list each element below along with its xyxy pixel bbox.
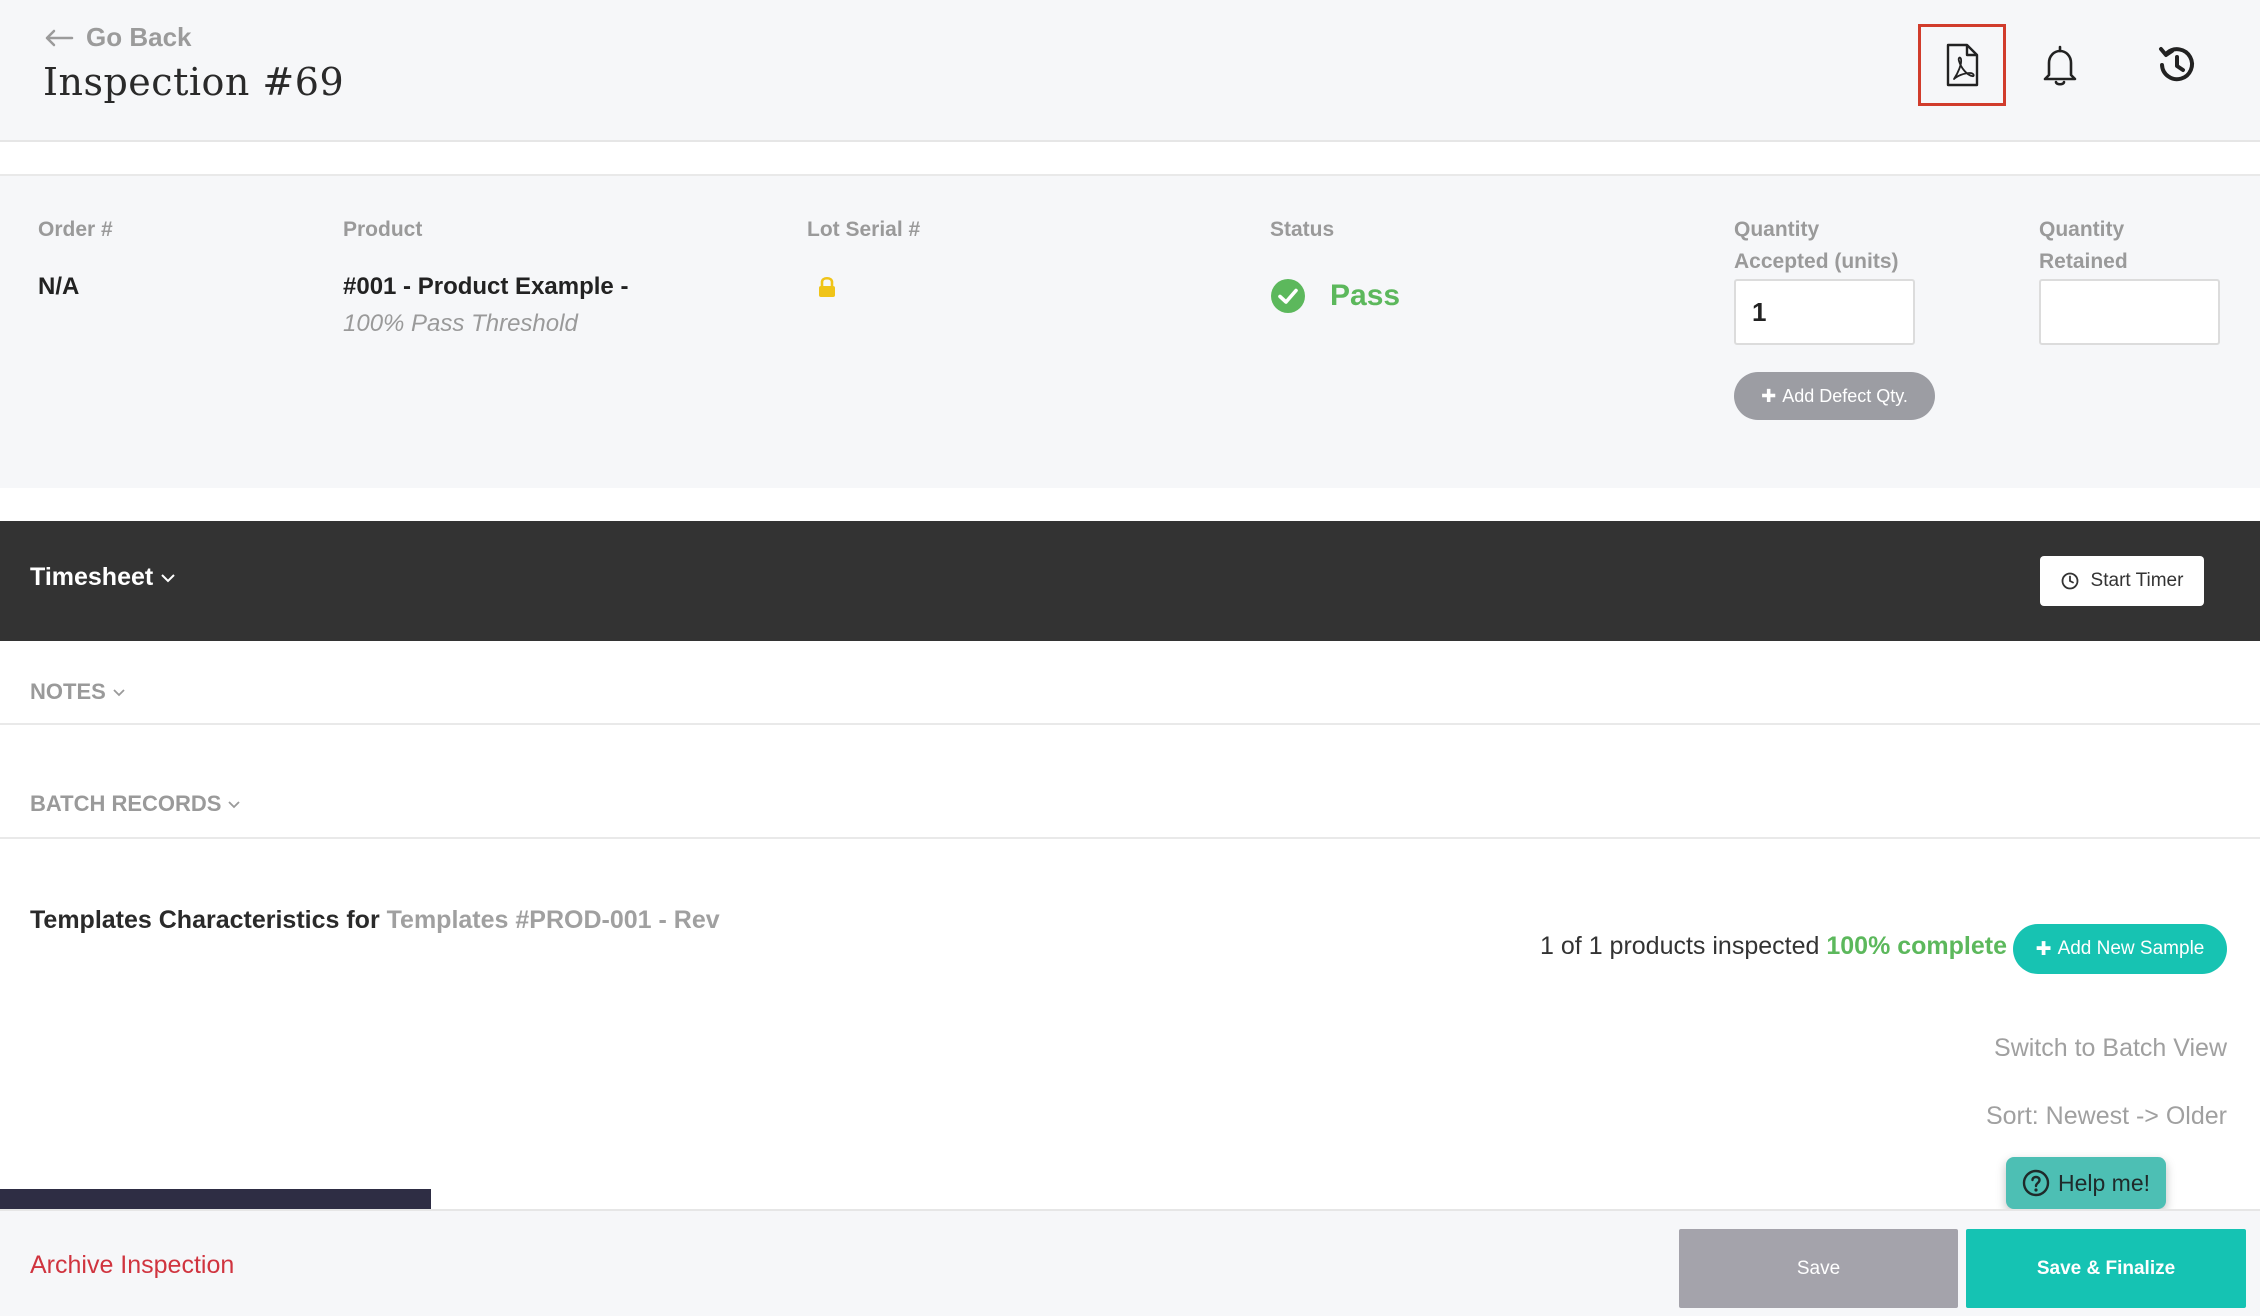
templates-title-prefix: Templates Characteristics for (30, 906, 380, 934)
inspection-progress: 1 of 1 products inspected 100% complete (1540, 932, 2007, 961)
save-button[interactable]: Save (1679, 1229, 1958, 1308)
batch-records-toggle[interactable]: BATCH RECORDS (30, 791, 241, 817)
qty-accepted-label: Quantity Accepted (units) (1734, 214, 1899, 278)
save-finalize-button[interactable]: Save & Finalize (1966, 1229, 2246, 1308)
qty-accepted-label-line2: Accepted (units) (1734, 250, 1899, 273)
qty-retained-label: Quantity Retained (2039, 214, 2128, 278)
templates-characteristics-title: Templates Characteristics for Templates … (30, 906, 720, 935)
notes-toggle[interactable]: NOTES (30, 679, 126, 705)
timesheet-toggle[interactable]: Timesheet (30, 563, 175, 592)
sample-card-edge (0, 1189, 431, 1209)
qty-retained-input[interactable] (2039, 279, 2220, 345)
add-new-sample-button[interactable]: ✚ Add New Sample (2013, 924, 2227, 974)
question-circle-icon (2022, 1169, 2050, 1197)
chevron-down-icon (161, 573, 175, 582)
product-name: #001 - Product Example - (343, 273, 629, 300)
arrow-left-icon (45, 29, 74, 46)
order-value: N/A (38, 273, 80, 300)
qty-accepted-label-line1: Quantity (1734, 218, 1820, 241)
go-back-link[interactable]: Go Back (44, 22, 192, 53)
start-timer-button[interactable]: Start Timer (2040, 556, 2204, 606)
sort-order-link[interactable]: Sort: Newest -> Older (1986, 1102, 2227, 1131)
chevron-down-icon (228, 801, 241, 809)
page-title: Inspection #69 (43, 60, 345, 104)
clock-icon (2061, 572, 2078, 590)
page-header: Go Back Inspection #69 (0, 0, 2260, 142)
batch-records-title: BATCH RECORDS (30, 791, 222, 816)
order-label: Order # (38, 218, 113, 241)
chevron-down-icon (113, 689, 125, 697)
status-label: Status (1270, 218, 1335, 241)
help-button[interactable]: Help me! (2006, 1157, 2166, 1209)
batch-records-section: BATCH RECORDS (0, 725, 2260, 839)
timesheet-title: Timesheet (30, 563, 154, 591)
notifications-button[interactable] (2016, 24, 2104, 106)
timesheet-bar: Timesheet Start Timer (0, 521, 2260, 641)
archive-inspection-link[interactable]: Archive Inspection (30, 1251, 234, 1280)
notes-section: NOTES (0, 641, 2260, 725)
qty-retained-label-line2: Retained (2039, 250, 2128, 273)
start-timer-label: Start Timer (2090, 570, 2184, 591)
status-indicator: Pass (1270, 278, 1400, 314)
lot-serial-label: Lot Serial # (807, 218, 921, 241)
bell-icon (2043, 45, 2077, 86)
pdf-export-button[interactable] (1918, 24, 2006, 106)
notes-title: NOTES (30, 679, 106, 704)
help-label: Help me! (2057, 1169, 2151, 1196)
add-defect-qty-button[interactable]: ✚ Add Defect Qty. (1734, 372, 1935, 420)
plus-icon: ✚ (2035, 938, 2052, 960)
plus-icon: ✚ (1761, 385, 1777, 406)
pdf-icon (1946, 43, 1979, 87)
complete-percent: 100% complete (1826, 932, 2007, 960)
product-label: Product (343, 218, 423, 241)
header-divider-band (0, 142, 2260, 176)
go-back-label: Go Back (86, 22, 192, 52)
switch-batch-view-link[interactable]: Switch to Batch View (1994, 1034, 2227, 1063)
inspected-count: 1 of 1 products inspected (1540, 932, 1820, 960)
history-icon (2159, 47, 2194, 82)
inspection-info-panel: Order # N/A Product #001 - Product Examp… (0, 176, 2260, 488)
status-value: Pass (1330, 279, 1401, 312)
qty-accepted-input[interactable] (1734, 279, 1915, 345)
add-new-sample-label: Add New Sample (2057, 938, 2205, 959)
lock-icon (819, 276, 835, 297)
qty-retained-label-line1: Quantity (2039, 218, 2125, 241)
add-defect-qty-label: Add Defect Qty. (1782, 385, 1908, 406)
product-threshold: 100% Pass Threshold (343, 310, 578, 337)
templates-title-ref: Templates #PROD-001 - Rev (386, 906, 720, 934)
check-circle-icon (1271, 279, 1305, 313)
history-button[interactable] (2132, 24, 2220, 106)
footer-bar: Archive Inspection Save Save & Finalize (0, 1209, 2260, 1316)
